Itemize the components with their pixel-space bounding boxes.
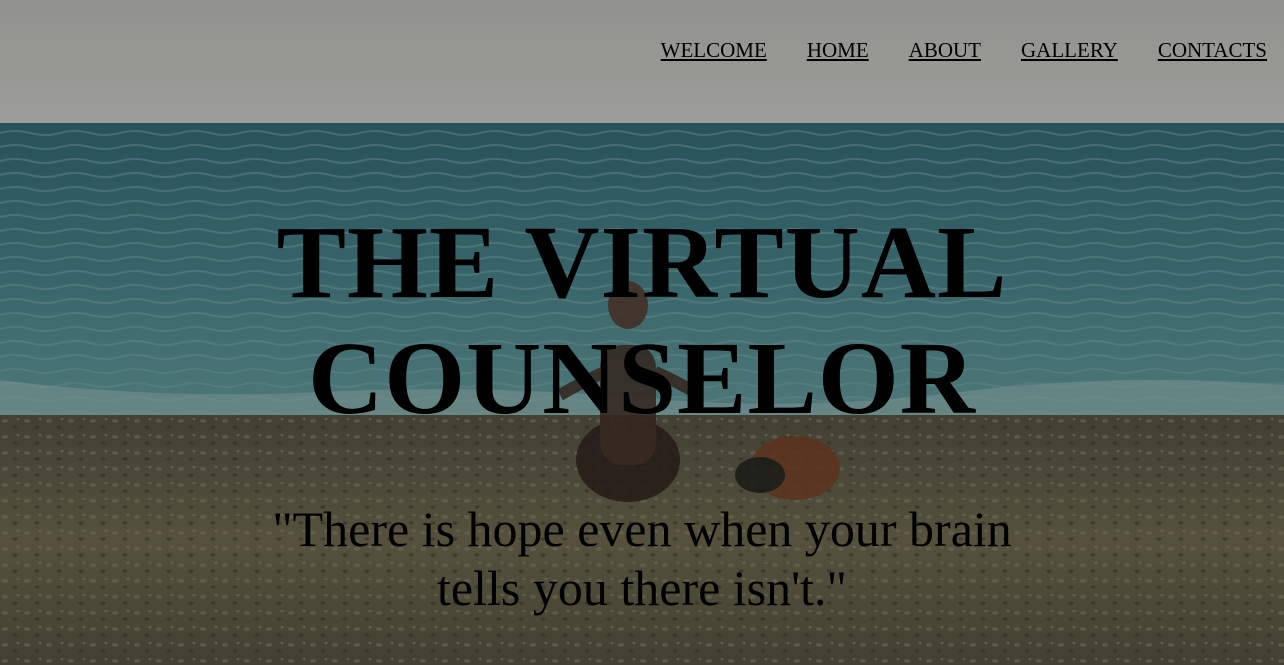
hero-section: WELCOME HOME ABOUT GALLERY CONTACTS THE … xyxy=(0,0,1284,665)
nav-welcome-link[interactable]: WELCOME xyxy=(661,38,767,63)
nav-home-link[interactable]: HOME xyxy=(807,38,869,63)
nav-about-link[interactable]: ABOUT xyxy=(909,38,981,63)
hero-quote: "There is hope even when your brain tell… xyxy=(272,501,1012,616)
main-nav: WELCOME HOME ABOUT GALLERY CONTACTS xyxy=(661,38,1267,63)
page-title: THE VIRTUAL COUNSELOR xyxy=(0,205,1284,437)
nav-contacts-link[interactable]: CONTACTS xyxy=(1158,38,1267,63)
title-line-2: COUNSELOR xyxy=(308,321,976,436)
nav-gallery-link[interactable]: GALLERY xyxy=(1021,38,1118,63)
title-line-1: THE VIRTUAL xyxy=(276,205,1008,320)
